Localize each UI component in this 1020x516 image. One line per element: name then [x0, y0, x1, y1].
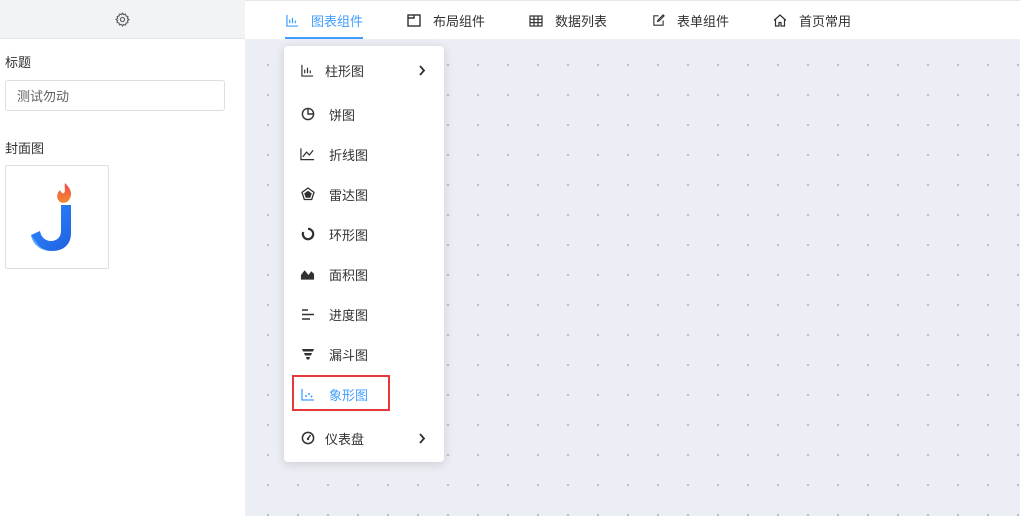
menu-item-label: 仪表盘 [325, 432, 365, 448]
tab-label: 首页常用 [799, 15, 852, 30]
panel-header [0, 0, 245, 39]
menu-item-label: 漏斗图 [329, 348, 369, 364]
bar-chart-icon [300, 63, 315, 78]
progress-chart-icon [300, 307, 315, 322]
menu-item-area-chart[interactable]: 面积图 [284, 256, 444, 292]
properties-panel: 标题 封面图 [0, 0, 245, 516]
menu-item-funnel-chart[interactable]: 漏斗图 [284, 336, 444, 372]
menu-item-label: 环形图 [329, 228, 369, 244]
tab-data-list[interactable]: 数据列表 [529, 1, 607, 40]
menu-item-progress-chart[interactable]: 进度图 [284, 296, 444, 332]
tab-label: 图表组件 [311, 15, 364, 30]
menu-item-label: 雷达图 [329, 188, 369, 204]
chevron-right-icon [416, 432, 428, 444]
menu-item-radar-chart[interactable]: 雷达图 [284, 176, 444, 212]
menu-item-label: 柱形图 [325, 64, 365, 80]
chart-type-menu: 柱形图 饼图 折线图 雷达图 环形图 面积图 进度图 漏斗图 象形图 仪表盘 [284, 46, 444, 462]
menu-item-gauge[interactable]: 仪表盘 [284, 420, 444, 456]
tab-layout-components[interactable]: 布局组件 [407, 1, 485, 40]
menu-item-label: 折线图 [329, 148, 369, 164]
gauge-icon [300, 431, 315, 446]
gear-icon[interactable] [115, 11, 130, 27]
pie-chart-icon [300, 107, 315, 122]
ring-chart-icon [300, 227, 315, 242]
title-label: 标题 [5, 56, 32, 71]
component-tabbar: 图表组件 布局组件 数据列表 表单组件 首页常用 [245, 0, 1020, 39]
funnel-chart-icon [300, 347, 315, 362]
cover-image-upload[interactable] [5, 165, 109, 269]
tab-label: 表单组件 [677, 15, 730, 30]
layout-icon [407, 14, 421, 28]
area-chart-icon [300, 267, 315, 282]
menu-item-label: 饼图 [329, 108, 356, 124]
app-logo-icon [31, 183, 72, 251]
tab-home-common[interactable]: 首页常用 [773, 1, 851, 40]
menu-item-label: 进度图 [329, 308, 369, 324]
tab-form-components[interactable]: 表单组件 [651, 1, 729, 40]
menu-item-label: 面积图 [329, 268, 369, 284]
form-edit-icon [651, 14, 665, 28]
menu-item-pictorial-chart[interactable]: 象形图 [284, 376, 444, 412]
tab-label: 数据列表 [555, 15, 608, 30]
cover-label: 封面图 [5, 142, 45, 157]
menu-item-line-chart[interactable]: 折线图 [284, 136, 444, 172]
radar-chart-icon [300, 187, 315, 202]
pictorial-chart-icon [300, 387, 315, 402]
chevron-right-icon [416, 64, 428, 76]
tab-chart-components[interactable]: 图表组件 [285, 1, 364, 40]
menu-item-pie-chart[interactable]: 饼图 [284, 96, 444, 132]
menu-item-ring-chart[interactable]: 环形图 [284, 216, 444, 252]
table-icon [529, 14, 543, 28]
title-input[interactable] [5, 80, 225, 111]
tab-label: 布局组件 [433, 15, 486, 30]
bar-chart-icon [285, 14, 299, 28]
line-chart-icon [300, 147, 315, 162]
menu-item-label: 象形图 [329, 388, 369, 404]
menu-item-bar-chart[interactable]: 柱形图 [284, 52, 444, 88]
home-icon [773, 14, 787, 28]
